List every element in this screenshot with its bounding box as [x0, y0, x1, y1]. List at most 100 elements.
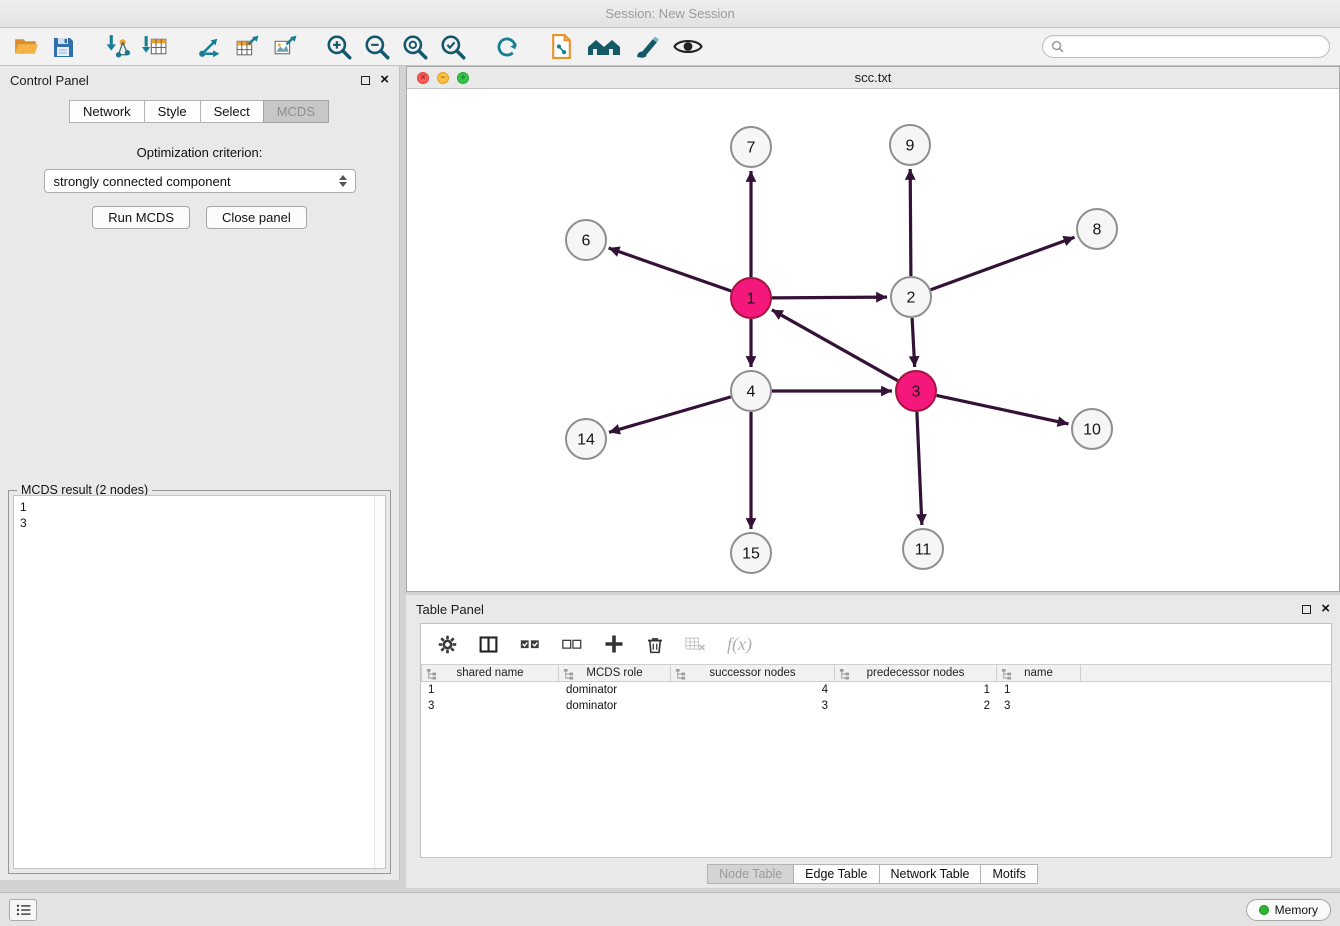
- unchecked-boxes-icon: [561, 633, 583, 655]
- float-panel-icon[interactable]: [361, 76, 370, 85]
- memory-button[interactable]: Memory: [1246, 899, 1331, 921]
- column-header-label: shared name: [456, 667, 523, 679]
- search-box[interactable]: [1042, 35, 1330, 58]
- float-table-panel-icon[interactable]: [1302, 605, 1311, 614]
- run-mcds-button[interactable]: Run MCDS: [92, 206, 190, 229]
- minimize-window-icon[interactable]: −: [437, 72, 449, 84]
- export-table-icon: [234, 33, 261, 60]
- table-body: 1dominator4113dominator323: [421, 682, 1331, 714]
- network-view-title: scc.txt: [407, 70, 1339, 85]
- result-scrollbar[interactable]: [374, 496, 385, 868]
- export-network-button[interactable]: [194, 32, 224, 62]
- node-label: 2: [907, 290, 916, 307]
- network-document-icon: [548, 33, 575, 60]
- control-tab-select[interactable]: Select: [200, 100, 264, 123]
- column-header[interactable]: successor nodes: [671, 665, 835, 681]
- status-bar: Memory: [0, 892, 1340, 926]
- zoom-fit-icon: [401, 33, 429, 61]
- export-table-button[interactable]: [232, 32, 262, 62]
- window-title: Session: New Session: [605, 6, 734, 21]
- node-label: 10: [1083, 422, 1101, 439]
- save-session-button[interactable]: [48, 32, 78, 62]
- control-panel: Control Panel × NetworkStyleSelectMCDS O…: [0, 66, 400, 880]
- edge-3-11[interactable]: [917, 412, 922, 525]
- maximize-window-icon[interactable]: +: [457, 72, 469, 84]
- node-label: 14: [577, 432, 595, 449]
- table-cell[interactable]: 4: [671, 684, 835, 696]
- edge-2-9[interactable]: [910, 169, 911, 276]
- edge-2-3[interactable]: [912, 318, 915, 367]
- mcds-result-group: MCDS result (2 nodes) 13: [8, 490, 391, 874]
- show-columns-button[interactable]: [478, 634, 499, 655]
- table-cell[interactable]: 1: [835, 684, 997, 696]
- table-cell[interactable]: 3: [671, 700, 835, 712]
- column-header[interactable]: MCDS role: [559, 665, 671, 681]
- refresh-icon: [493, 33, 521, 61]
- edge-2-8[interactable]: [931, 237, 1075, 290]
- zoom-selected-icon: [439, 33, 467, 61]
- add-column-button[interactable]: [603, 633, 625, 655]
- table-cell[interactable]: dominator: [559, 684, 671, 696]
- import-network-button[interactable]: [102, 32, 132, 62]
- function-builder-button[interactable]: f(x): [727, 634, 752, 655]
- open-file-button[interactable]: [10, 32, 40, 62]
- network-graph[interactable]: 7968124314101511: [407, 89, 1339, 591]
- export-image-button[interactable]: [270, 32, 300, 62]
- control-tab-network[interactable]: Network: [69, 100, 145, 123]
- table-cell[interactable]: dominator: [559, 700, 671, 712]
- criterion-value: strongly connected component: [54, 174, 231, 189]
- column-header[interactable]: name: [997, 665, 1081, 681]
- tab-edge-table[interactable]: Edge Table: [793, 864, 879, 884]
- search-input[interactable]: [1069, 40, 1321, 54]
- network-document-button[interactable]: [546, 32, 576, 62]
- tab-motifs[interactable]: Motifs: [980, 864, 1037, 884]
- close-window-icon[interactable]: ×: [417, 72, 429, 84]
- import-table-icon: [142, 33, 169, 60]
- edge-4-14[interactable]: [609, 397, 731, 432]
- edge-1-6[interactable]: [609, 248, 732, 291]
- zoom-selected-button[interactable]: [438, 32, 468, 62]
- zoom-in-icon: [325, 33, 353, 61]
- table-cell[interactable]: 1: [997, 684, 1081, 696]
- table-row[interactable]: 1dominator411: [421, 682, 1331, 698]
- zoom-fit-button[interactable]: [400, 32, 430, 62]
- edge-3-10[interactable]: [937, 395, 1069, 424]
- table-cell[interactable]: 3: [997, 700, 1081, 712]
- gear-icon: [437, 634, 458, 655]
- criterion-dropdown[interactable]: strongly connected component: [44, 169, 356, 193]
- tab-node-table[interactable]: Node Table: [707, 864, 794, 884]
- home-views-button[interactable]: [584, 32, 624, 62]
- table-cell[interactable]: 3: [421, 700, 559, 712]
- control-tab-style[interactable]: Style: [144, 100, 201, 123]
- mcds-result-box[interactable]: 13: [13, 495, 386, 869]
- column-header[interactable]: predecessor nodes: [835, 665, 997, 681]
- edge-3-1[interactable]: [772, 310, 898, 381]
- close-panel-button[interactable]: Close panel: [206, 206, 307, 229]
- delete-table-button[interactable]: [685, 635, 707, 653]
- import-table-button[interactable]: [140, 32, 170, 62]
- close-table-panel-icon[interactable]: ×: [1321, 604, 1330, 614]
- edge-1-2[interactable]: [772, 297, 887, 298]
- deselect-all-button[interactable]: [561, 633, 583, 655]
- node-label: 6: [582, 233, 591, 250]
- column-header[interactable]: shared name: [421, 665, 559, 681]
- zoom-in-button[interactable]: [324, 32, 354, 62]
- apply-style-button[interactable]: [632, 32, 662, 62]
- sort-icon: [839, 668, 850, 680]
- delete-column-button[interactable]: [645, 634, 665, 655]
- zoom-out-button[interactable]: [362, 32, 392, 62]
- select-all-button[interactable]: [519, 633, 541, 655]
- table-row[interactable]: 3dominator323: [421, 698, 1331, 714]
- brush-icon: [634, 33, 661, 60]
- tab-network-table[interactable]: Network Table: [879, 864, 982, 884]
- panel-menu-button[interactable]: [9, 899, 37, 921]
- table-settings-button[interactable]: [437, 634, 458, 655]
- table-cell[interactable]: 1: [421, 684, 559, 696]
- close-panel-icon[interactable]: ×: [380, 75, 389, 85]
- refresh-layout-button[interactable]: [492, 32, 522, 62]
- table-cell[interactable]: 2: [835, 700, 997, 712]
- show-hide-button[interactable]: [670, 32, 706, 62]
- main-toolbar: [0, 28, 1340, 66]
- sort-icon: [563, 668, 574, 680]
- control-tab-mcds[interactable]: MCDS: [263, 100, 329, 123]
